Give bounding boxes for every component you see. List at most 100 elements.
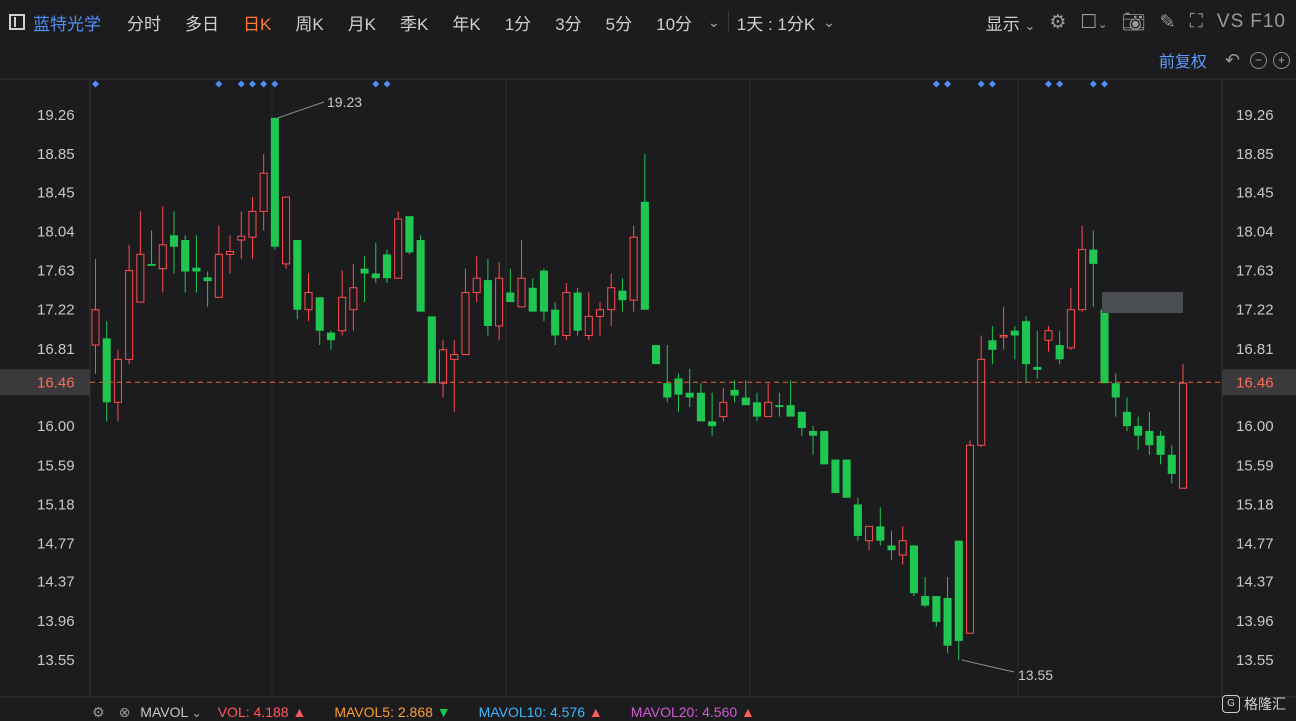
tab-yearly-k[interactable]: 年K — [440, 10, 492, 35]
more-periods-chevron-icon[interactable]: ⌄ — [708, 14, 720, 31]
candle-body-down[interactable] — [674, 378, 683, 395]
candle-body-down[interactable] — [360, 268, 369, 274]
candle-body-down[interactable] — [1122, 411, 1131, 427]
candle-body-down[interactable] — [102, 338, 111, 403]
zoom-in-icon[interactable]: + — [1273, 51, 1290, 69]
candle-body-down[interactable] — [1033, 366, 1042, 370]
candle-body-down[interactable] — [203, 277, 212, 282]
settings-gear-icon[interactable]: ⚙ — [1049, 11, 1066, 34]
candle-body-down[interactable] — [1010, 330, 1019, 336]
candle-body-down[interactable] — [820, 430, 829, 465]
candle-body-down[interactable] — [551, 309, 560, 336]
candle-body-down[interactable] — [876, 526, 885, 541]
tab-1min[interactable]: 1分 — [493, 10, 543, 35]
candle-body-up[interactable] — [394, 218, 403, 279]
candle-body-down[interactable] — [293, 240, 302, 310]
candle-body-down[interactable] — [192, 267, 201, 272]
candle-body-up[interactable] — [629, 236, 638, 301]
tab-quarterly-k[interactable]: 季K — [388, 10, 440, 35]
candle-body-down[interactable] — [652, 345, 661, 365]
candle-body-down[interactable] — [730, 389, 739, 396]
undo-icon[interactable]: ↶ — [1225, 50, 1240, 71]
candle-body-down[interactable] — [842, 459, 851, 498]
candle-body-up[interactable] — [158, 244, 167, 270]
candle-body-down[interactable] — [427, 316, 436, 384]
indicator-select[interactable]: MAVOL ⌄ — [140, 704, 201, 720]
candle-body-down[interactable] — [1134, 426, 1143, 436]
candle-body-up[interactable] — [237, 235, 246, 241]
tab-3min[interactable]: 3分 — [543, 10, 593, 35]
sidebar-toggle-icon[interactable] — [9, 14, 25, 30]
tab-multi-day[interactable]: 多日 — [173, 10, 231, 35]
candle-body-down[interactable] — [808, 430, 818, 436]
candle-body-up[interactable] — [91, 309, 100, 346]
candle-body-up[interactable] — [999, 334, 1008, 338]
candle-body-up[interactable] — [965, 444, 975, 634]
candle-body-down[interactable] — [270, 117, 279, 247]
candle-body-down[interactable] — [663, 383, 672, 398]
indicator-close-icon[interactable]: ⊗ — [119, 704, 131, 721]
candle-body-down[interactable] — [1022, 321, 1031, 365]
candle-body-down[interactable] — [1055, 345, 1064, 360]
candle-body-up[interactable] — [1078, 249, 1087, 311]
candle-body-down[interactable] — [932, 596, 941, 622]
candle-body-down[interactable] — [1100, 309, 1109, 384]
candle-body-up[interactable] — [136, 253, 145, 303]
candle-body-up[interactable] — [607, 287, 616, 311]
tab-daily-k[interactable]: 日K — [231, 10, 283, 35]
candle-body-down[interactable] — [954, 540, 963, 641]
candle-body-up[interactable] — [226, 250, 235, 255]
tab-intraday[interactable]: 分时 — [115, 10, 173, 35]
candle-body-down[interactable] — [1089, 249, 1098, 264]
candle-body-up[interactable] — [439, 349, 448, 384]
tab-5min[interactable]: 5分 — [594, 10, 644, 35]
candle-body-down[interactable] — [539, 270, 548, 312]
candle-body-down[interactable] — [147, 263, 156, 266]
candle-body-up[interactable] — [517, 277, 526, 308]
candle-body-up[interactable] — [450, 354, 459, 360]
candle-body-down[interactable] — [696, 392, 705, 422]
candle-body-down[interactable] — [775, 405, 784, 408]
candle-body-down[interactable] — [528, 287, 537, 312]
candle-body-down[interactable] — [909, 545, 918, 594]
candle-body-up[interactable] — [977, 358, 986, 446]
vs-button[interactable]: VS — [1217, 11, 1244, 33]
candle-body-up[interactable] — [1178, 382, 1188, 489]
tab-10min[interactable]: 10分 — [644, 10, 704, 35]
candle-body-up[interactable] — [259, 172, 268, 212]
candle-body-down[interactable] — [405, 216, 414, 253]
candle-body-up[interactable] — [282, 196, 291, 265]
f10-button[interactable]: F10 — [1250, 11, 1286, 33]
candle-body-down[interactable] — [1156, 435, 1165, 455]
candle-body-up[interactable] — [595, 309, 605, 317]
candle-body-down[interactable] — [943, 597, 952, 646]
candle-body-down[interactable] — [382, 254, 392, 279]
tab-weekly-k[interactable]: 周K — [283, 10, 335, 35]
kline-chart[interactable]: 19.26 19.26 18.85 18.85 18.45 18.45 18.04 18.04… — [0, 0, 1296, 721]
candle-body-up[interactable] — [113, 358, 122, 403]
candle-body-up[interactable] — [248, 210, 257, 238]
tab-monthly-k[interactable]: 月K — [336, 10, 388, 35]
candle-body-down[interactable] — [708, 421, 717, 427]
candle-body-down[interactable] — [1167, 454, 1176, 474]
candle-body-down[interactable] — [1111, 383, 1120, 398]
pencil-icon[interactable]: ✎ — [1160, 11, 1176, 34]
candle-body-up[interactable] — [214, 253, 223, 298]
candle-body-down[interactable] — [853, 504, 862, 536]
candle-body-down[interactable] — [181, 240, 190, 272]
display-menu[interactable]: 显示 ⌄ — [986, 10, 1036, 35]
candle-body-up[interactable] — [562, 292, 571, 336]
candle-body-up[interactable] — [584, 315, 593, 336]
candle-body-down[interactable] — [416, 240, 425, 312]
candle-body-down[interactable] — [685, 392, 694, 398]
candle-body-up[interactable] — [719, 401, 728, 418]
candle-body-up[interactable] — [349, 287, 358, 311]
candle-body-up[interactable] — [495, 277, 504, 327]
period-select[interactable]: 1天 : 1分K — [733, 10, 819, 35]
candle-body-down[interactable] — [640, 201, 649, 310]
period-select-chevron-icon[interactable]: ⌄ — [823, 14, 835, 31]
indicator-settings-gear-icon[interactable]: ⚙ — [92, 704, 105, 721]
candle-body-up[interactable] — [898, 540, 907, 556]
candle-body-down[interactable] — [483, 280, 492, 326]
zoom-out-icon[interactable]: − — [1250, 51, 1267, 69]
